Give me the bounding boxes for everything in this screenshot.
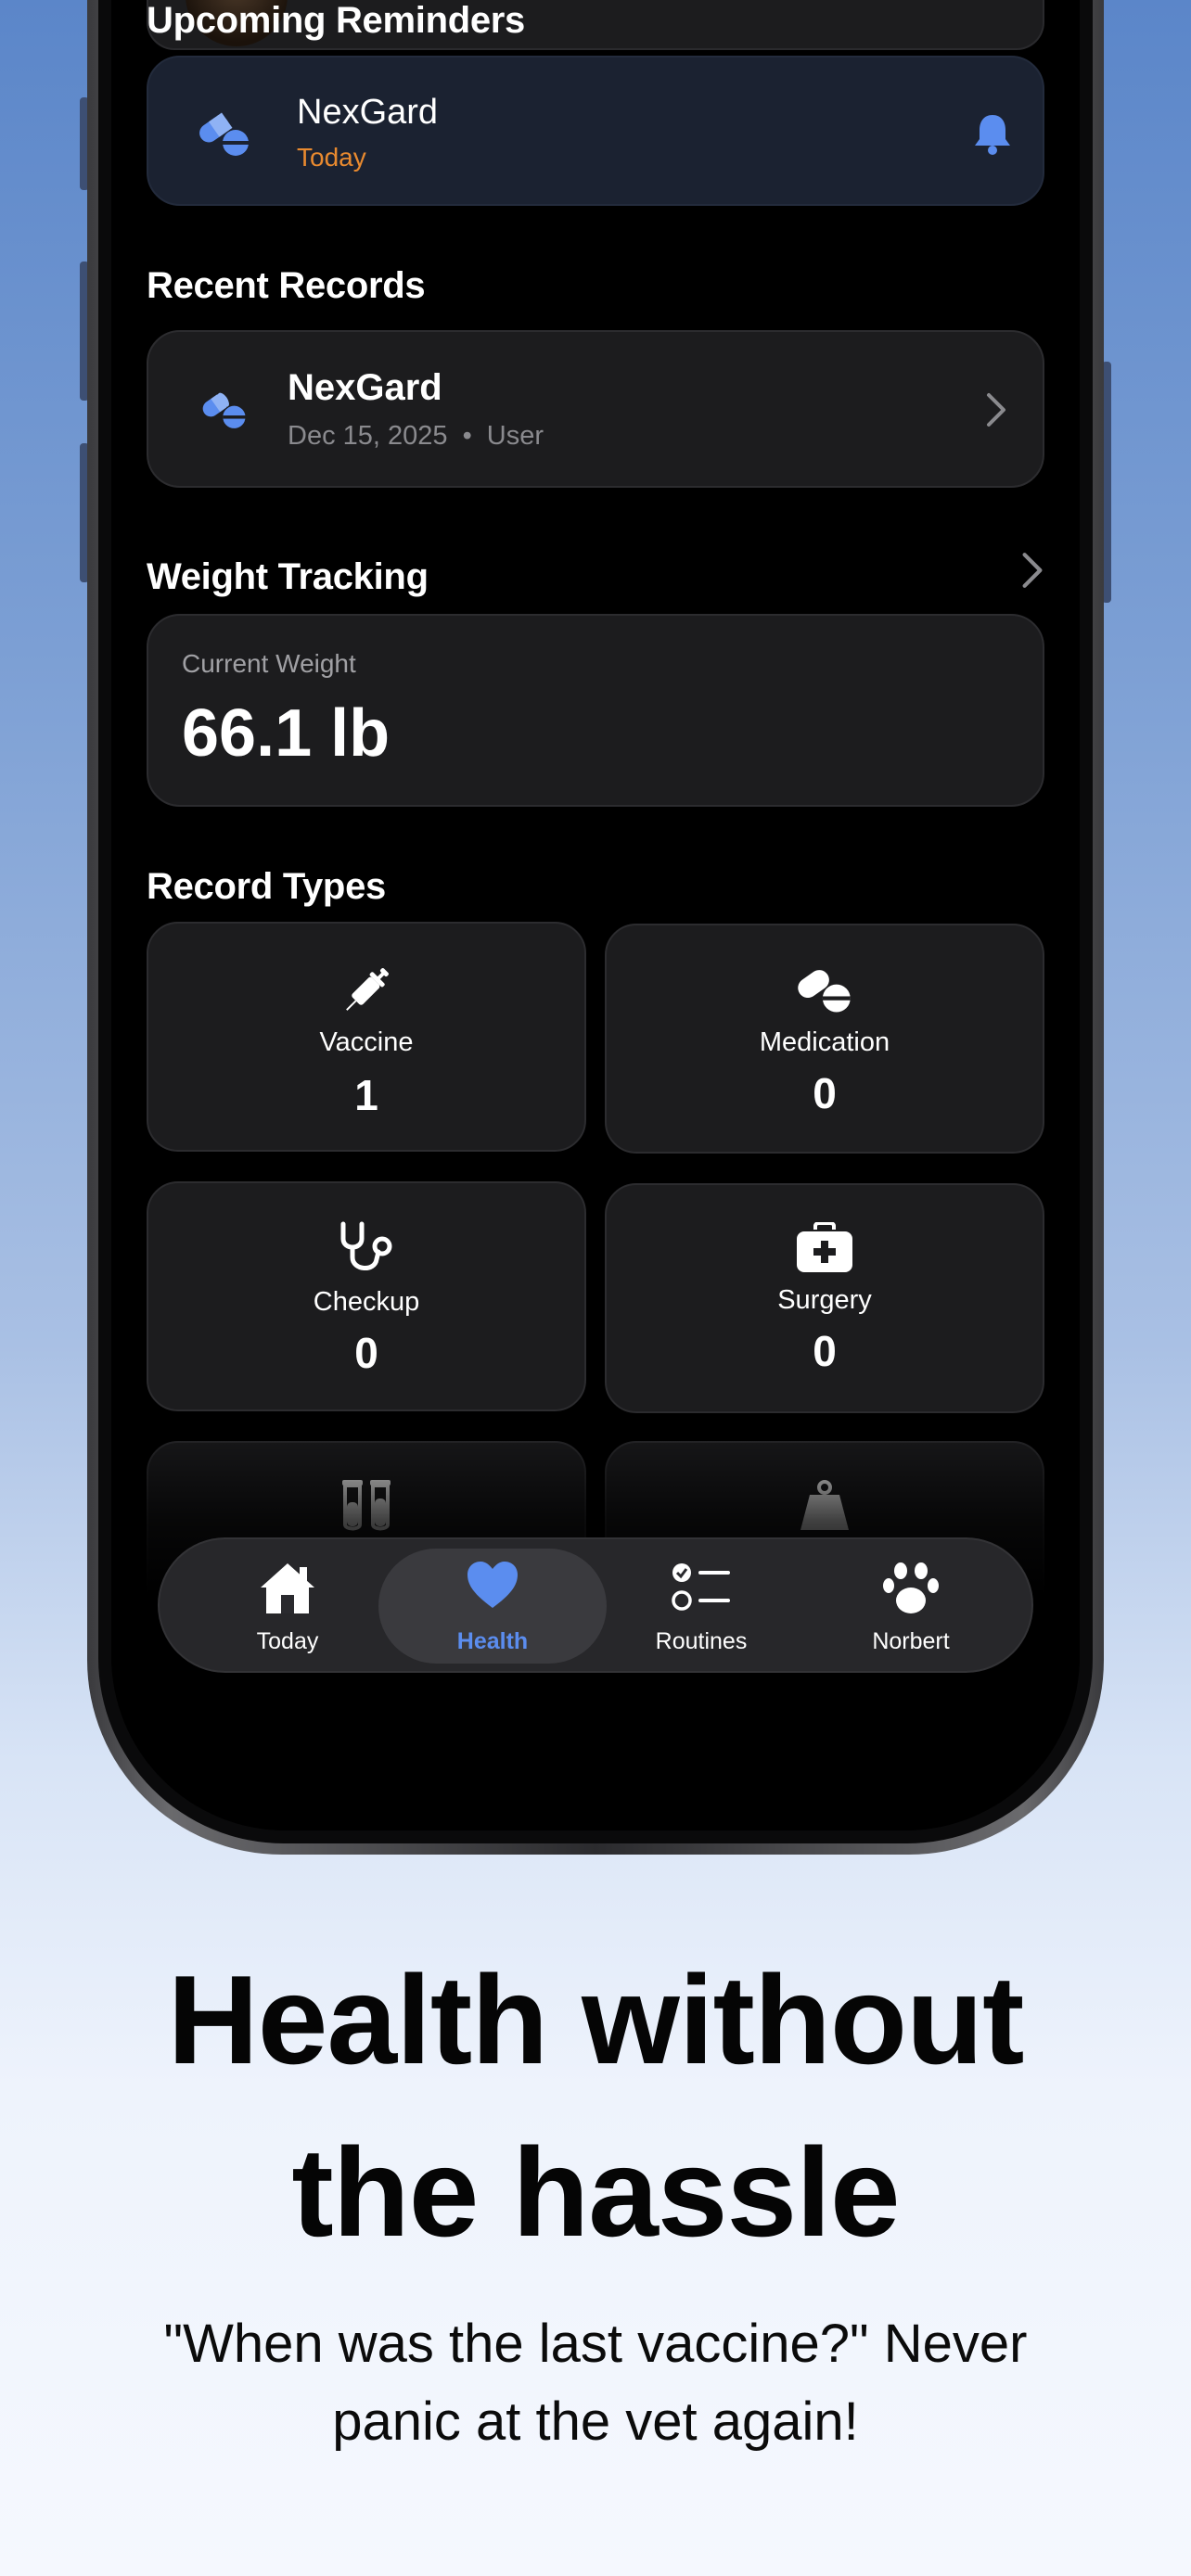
house-icon [261,1563,314,1613]
current-weight-card[interactable]: Current Weight 66.1 lb [147,614,1044,807]
reminder-card[interactable]: NexGard Today [147,56,1044,206]
record-type-label: Surgery [777,1285,872,1315]
record-date: Dec 15, 2025 [288,421,448,451]
heart-icon [467,1562,518,1608]
bell-icon[interactable] [972,111,1013,156]
current-weight-value: 66.1 lb [182,696,391,771]
tab-today[interactable]: Today [195,1539,380,1675]
record-types-title: Record Types [147,866,386,907]
reminders-title: Upcoming Reminders [147,0,525,41]
stethoscope-icon [340,1221,392,1270]
tab-routines[interactable]: Routines [608,1539,794,1675]
weight-tracking-title: Weight Tracking [147,556,429,597]
pills-icon [202,392,246,428]
recent-records-title: Recent Records [147,265,426,306]
current-weight-label: Current Weight [182,649,356,678]
recent-record-card[interactable]: NexGard Dec 15, 2025 • User [147,330,1044,488]
record-type-medication[interactable]: Medication 0 [605,924,1044,1154]
tab-label: Routines [655,1628,748,1654]
record-type-label: Medication [759,1027,890,1057]
subline-line-2: panic at the vet again! [332,2391,859,2452]
record-type-vaccine[interactable]: Vaccine 1 [147,922,586,1152]
pills-icon [798,970,851,1013]
record-type-surgery[interactable]: Surgery 0 [605,1183,1044,1413]
tab-health[interactable]: Health [400,1539,585,1675]
medical-kit-icon [797,1222,852,1272]
headline-line-2: the hassle [291,2122,900,2263]
checklist-icon [672,1563,730,1611]
chevron-right-icon[interactable] [1020,551,1044,590]
phone-screen: Upcoming Reminders NexGard Today Recent … [111,0,1080,1830]
reminder-name: NexGard [297,93,439,132]
record-type-count: 0 [813,1327,837,1375]
record-name: NexGard [288,367,442,408]
record-type-label: Checkup [313,1287,420,1317]
record-type-checkup[interactable]: Checkup 0 [147,1181,586,1411]
syringe-icon [346,968,389,1011]
record-type-label: Vaccine [319,1027,414,1057]
reminder-due-text: Today [297,143,366,172]
tab-pet-profile[interactable]: Norbert [818,1539,1004,1675]
pills-icon [199,112,249,156]
tab-bar: Today Health Routines Norbert [158,1537,1033,1673]
paw-icon [883,1562,939,1613]
record-meta: Dec 15, 2025 • User [288,421,544,452]
tab-label: Health [456,1628,529,1654]
subline-line-1: "When was the last vaccine?" Never [163,2314,1028,2374]
tab-label: Norbert [872,1628,950,1654]
tab-label: Today [256,1628,319,1654]
record-type-count: 0 [354,1329,378,1377]
record-separator: • [462,421,472,451]
chevron-right-icon [987,393,1005,427]
record-type-count: 1 [354,1071,378,1119]
record-type-count: 0 [813,1069,837,1117]
record-author: User [486,421,544,451]
headline-line-1: Health without [167,1949,1025,2090]
